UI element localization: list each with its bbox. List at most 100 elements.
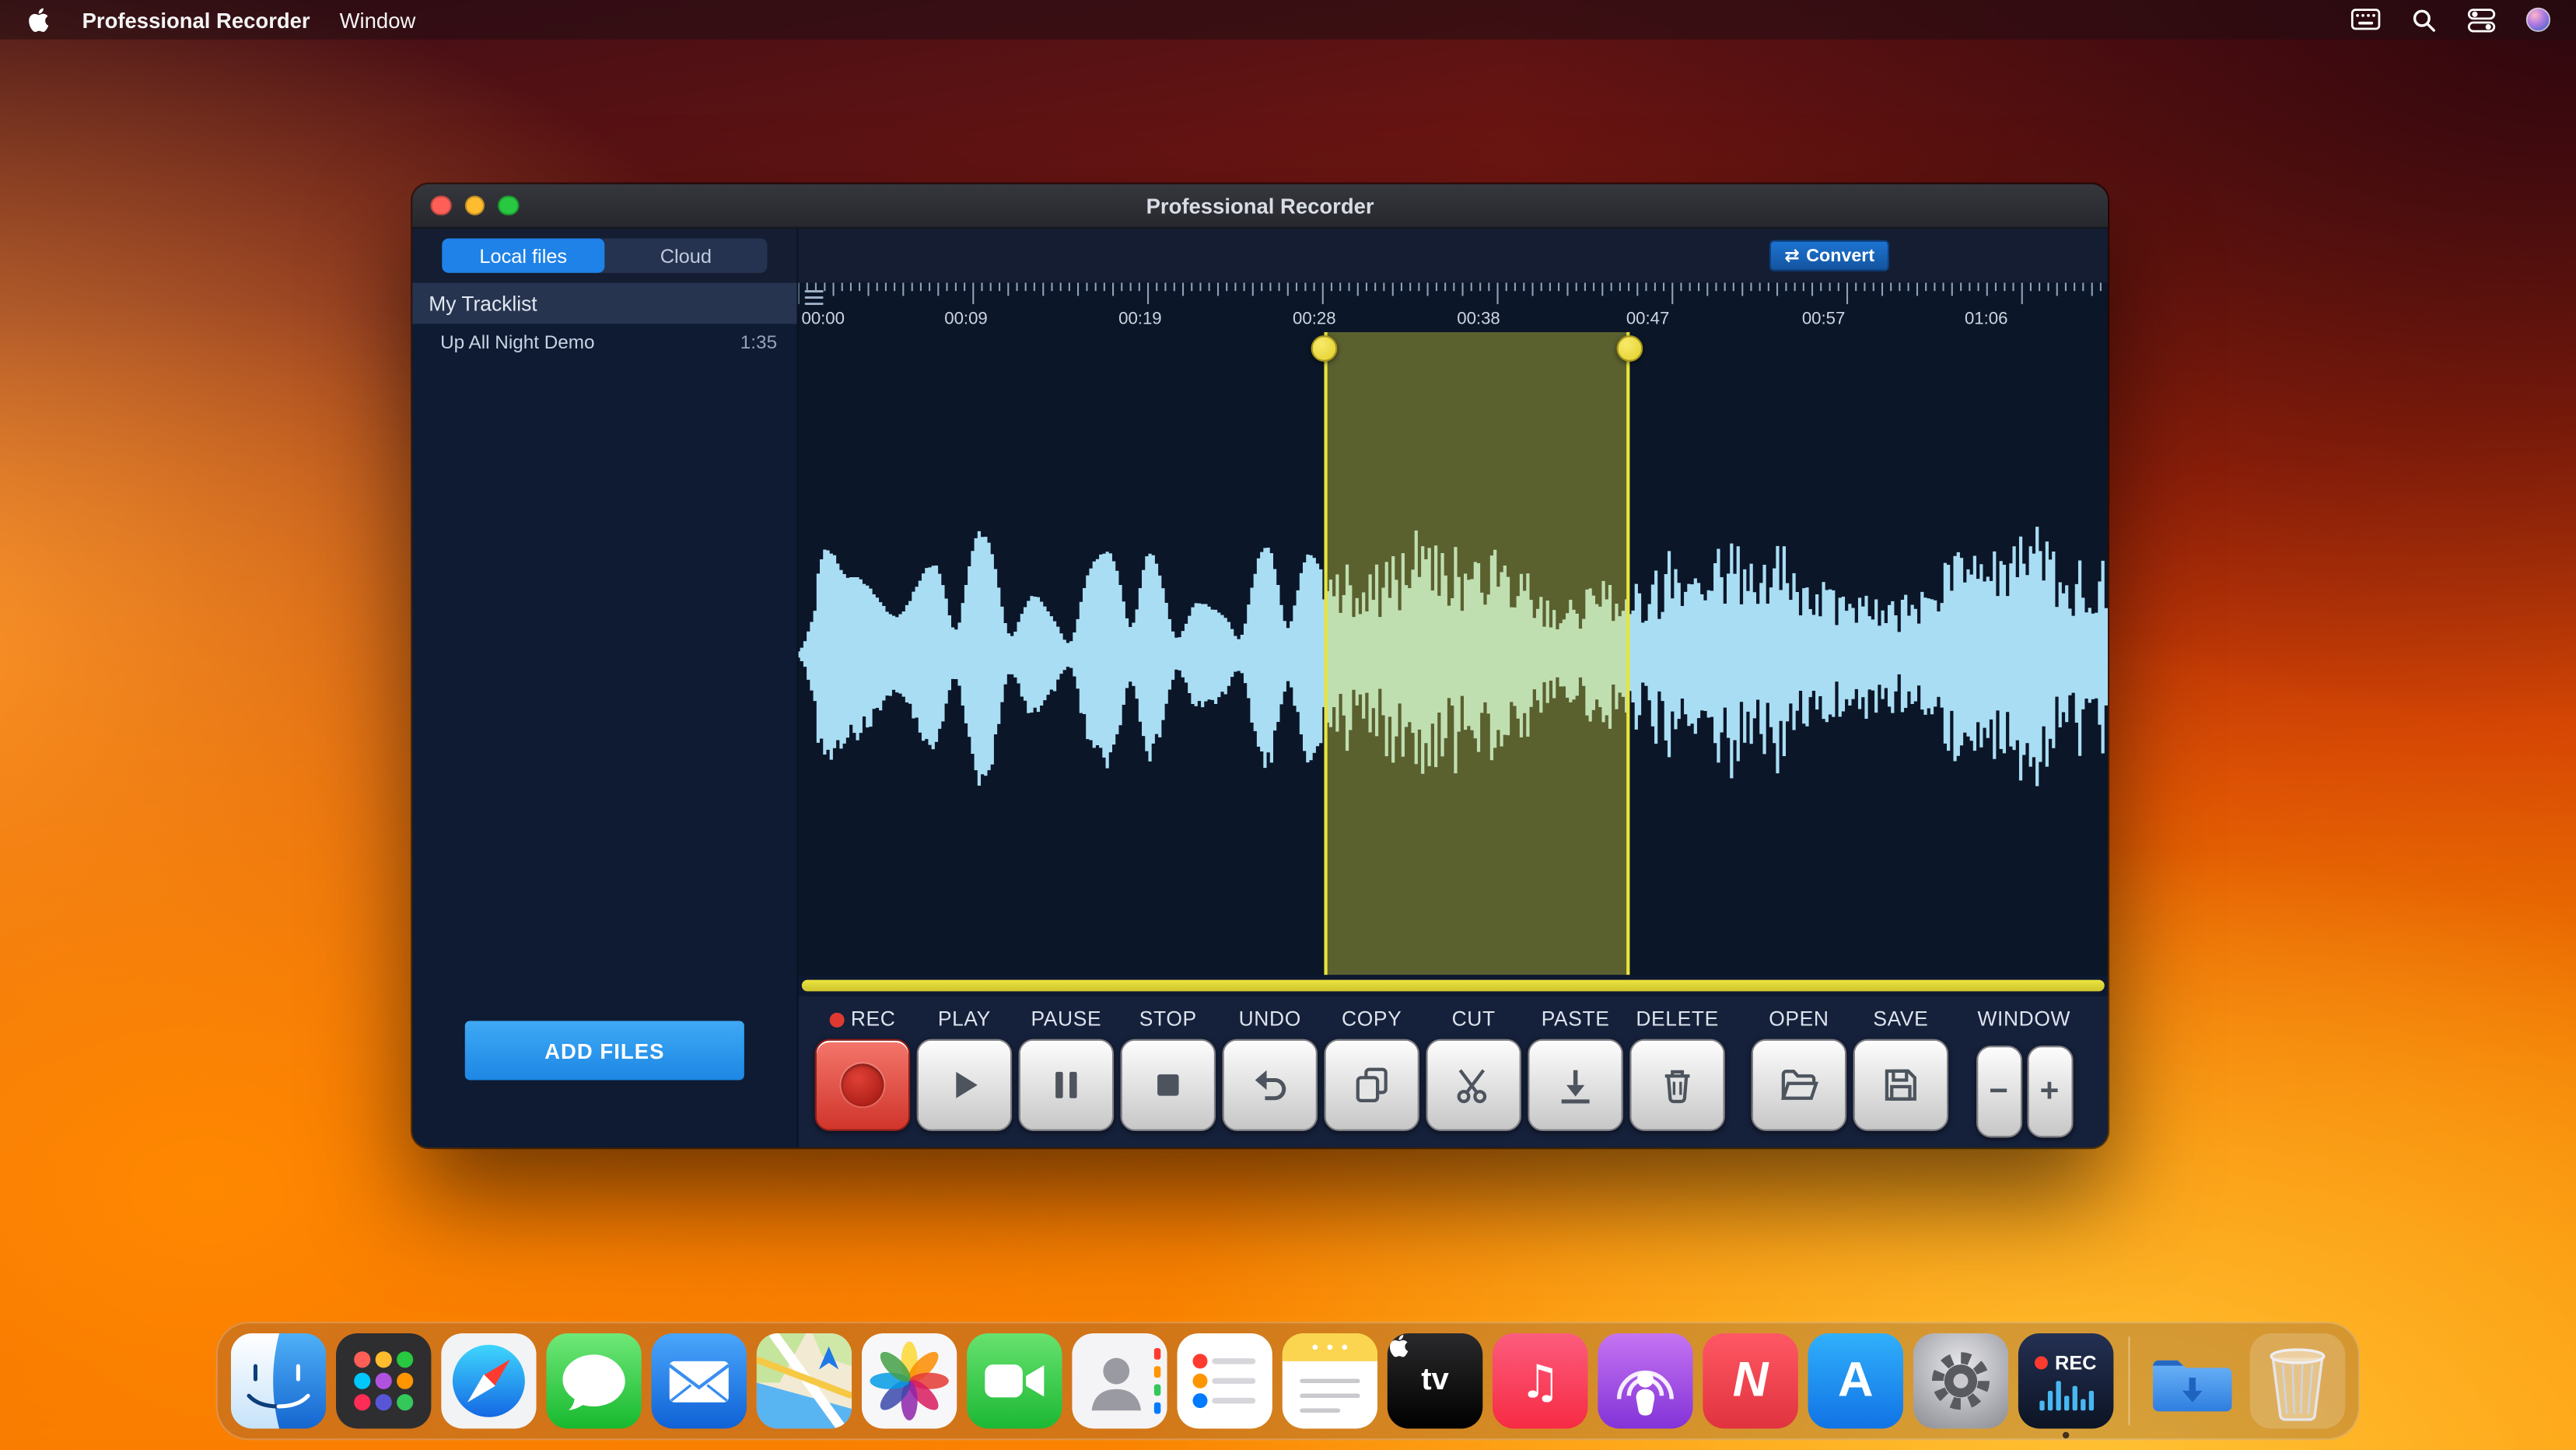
timeline-scrollbar [799, 975, 2108, 996]
timeline-label: 00:47 [1626, 309, 1670, 328]
timeline-label: 00:28 [1293, 309, 1336, 328]
save-icon [1879, 1063, 1922, 1106]
menu-bar: Professional Recorder Window [0, 0, 2576, 40]
sidebar-tabs: Local files Cloud [412, 229, 796, 283]
timeline-label: 01:06 [1965, 309, 2008, 328]
dock-contacts-icon[interactable] [1072, 1333, 1167, 1429]
tool-stop: STOP [1121, 1006, 1216, 1131]
waveform-selection[interactable] [1324, 332, 1629, 975]
tab-cloud[interactable]: Cloud [604, 238, 767, 272]
tool-label: DELETE [1636, 1006, 1719, 1032]
tool-label: COPY [1342, 1006, 1402, 1032]
waveform-panel[interactable] [799, 332, 2108, 975]
running-indicator [2063, 1432, 2069, 1438]
dock-notes-icon[interactable] [1283, 1333, 1378, 1429]
menu-app-name[interactable]: Professional Recorder [82, 8, 310, 33]
selection-end-handle[interactable] [1616, 335, 1643, 362]
transport-toolbar: REC PLAY PAUSE STOP [799, 996, 2108, 1147]
copy-icon [1350, 1063, 1393, 1106]
tool-play: PLAY [917, 1006, 1013, 1131]
trash-icon [1656, 1063, 1699, 1106]
dock-launchpad-icon[interactable] [336, 1333, 432, 1429]
app-store-logo: A [1808, 1333, 1904, 1429]
search-icon[interactable] [2409, 5, 2438, 34]
dock-news-icon[interactable]: N [1703, 1333, 1798, 1429]
timeline-label: 00:00 [801, 309, 845, 328]
news-logo: N [1703, 1333, 1798, 1429]
tool-copy: COPY [1324, 1006, 1419, 1131]
apple-menu-icon[interactable] [23, 5, 53, 34]
paste-icon [1554, 1063, 1597, 1106]
dock-reminders-icon[interactable] [1177, 1333, 1272, 1429]
track-list-item[interactable]: Up All Night Demo 1:35 [412, 324, 796, 362]
editor-main: ⇄ Convert 00:00 00:09 00:19 00:28 00:38 00:47… [799, 229, 2108, 1147]
pause-button[interactable] [1019, 1039, 1115, 1131]
app-window: Professional Recorder Local files Cloud … [412, 184, 2108, 1147]
title-bar[interactable]: Professional Recorder [412, 184, 2108, 229]
tool-cut: CUT [1426, 1006, 1521, 1131]
add-files-button[interactable]: ADD FILES [465, 1021, 744, 1080]
dock-facetime-icon[interactable] [967, 1333, 1062, 1429]
save-button[interactable] [1853, 1039, 1949, 1131]
convert-label: Convert [1806, 246, 1874, 265]
keyboard-icon[interactable] [2351, 5, 2381, 34]
dock-safari-icon[interactable] [441, 1333, 537, 1429]
dock-music-icon[interactable]: ♫ [1493, 1333, 1588, 1429]
window-title: Professional Recorder [412, 193, 2108, 218]
scissors-icon [1452, 1063, 1495, 1106]
menu-item-window[interactable]: Window [340, 8, 416, 33]
timeline-ruler[interactable]: 00:0000:0900:1900:2800:3800:4700:5701:06 [799, 283, 2108, 332]
convert-icon: ⇄ [1784, 245, 1799, 266]
stop-icon [1146, 1063, 1189, 1106]
dock-settings-icon[interactable] [1913, 1333, 2009, 1429]
open-button[interactable] [1752, 1039, 1847, 1131]
tool-label: UNDO [1239, 1006, 1301, 1032]
stop-button[interactable] [1121, 1039, 1216, 1131]
paste-button[interactable] [1528, 1039, 1623, 1131]
control-center-icon[interactable] [2466, 5, 2495, 34]
dock-app-store-icon[interactable]: A [1808, 1333, 1904, 1429]
tool-pause: PAUSE [1019, 1006, 1115, 1131]
dock-messages-icon[interactable] [546, 1333, 642, 1429]
dock-mail-icon[interactable] [652, 1333, 747, 1429]
track-duration: 1:35 [740, 333, 777, 352]
copy-button[interactable] [1324, 1039, 1419, 1131]
record-icon [841, 1063, 884, 1106]
delete-button[interactable] [1629, 1039, 1725, 1131]
rec-button[interactable] [815, 1039, 911, 1131]
timeline-label: 00:19 [1118, 309, 1162, 328]
play-button[interactable] [917, 1039, 1013, 1131]
window-minus-button[interactable]: − [1976, 1045, 2021, 1137]
tab-local-files[interactable]: Local files [442, 238, 604, 272]
dock-apple-tv-icon[interactable]: tv [1388, 1333, 1483, 1429]
play-icon [943, 1063, 985, 1106]
dock-photos-icon[interactable] [862, 1333, 957, 1429]
dock-downloads-icon[interactable] [2145, 1333, 2241, 1429]
dock-maps-icon[interactable] [757, 1333, 852, 1429]
rec-dot-icon [829, 1012, 844, 1027]
tool-label: SAVE [1873, 1006, 1928, 1032]
desktop: Professional Recorder Window [0, 0, 2576, 1450]
timeline-scrollbar-thumb[interactable] [802, 980, 2105, 992]
tool-label: STOP [1139, 1006, 1197, 1032]
timeline-label: 00:38 [1457, 309, 1500, 328]
timeline-label: 00:09 [944, 309, 988, 328]
dock-finder-icon[interactable] [231, 1333, 327, 1429]
sidebar-empty-area [412, 362, 796, 1021]
tracklist-header: My Tracklist [412, 283, 796, 324]
dock: tv ♫ N A REC [216, 1322, 2360, 1440]
undo-icon [1248, 1063, 1291, 1106]
dock-trash-icon[interactable] [2250, 1333, 2346, 1429]
dock-professional-recorder-icon[interactable]: REC [2018, 1333, 2114, 1429]
undo-button[interactable] [1223, 1039, 1318, 1131]
window-plus-button[interactable]: + [2026, 1045, 2072, 1137]
tool-undo: UNDO [1223, 1006, 1318, 1131]
convert-button[interactable]: ⇄ Convert [1769, 240, 1889, 271]
tool-label: WINDOW [1977, 1006, 2070, 1032]
tool-label: PAUSE [1031, 1006, 1101, 1032]
record-dot-icon [2035, 1357, 2049, 1370]
cut-button[interactable] [1426, 1039, 1521, 1131]
dock-podcasts-icon[interactable] [1598, 1333, 1693, 1429]
siri-icon[interactable] [2523, 5, 2553, 34]
selection-start-handle[interactable] [1311, 335, 1338, 362]
